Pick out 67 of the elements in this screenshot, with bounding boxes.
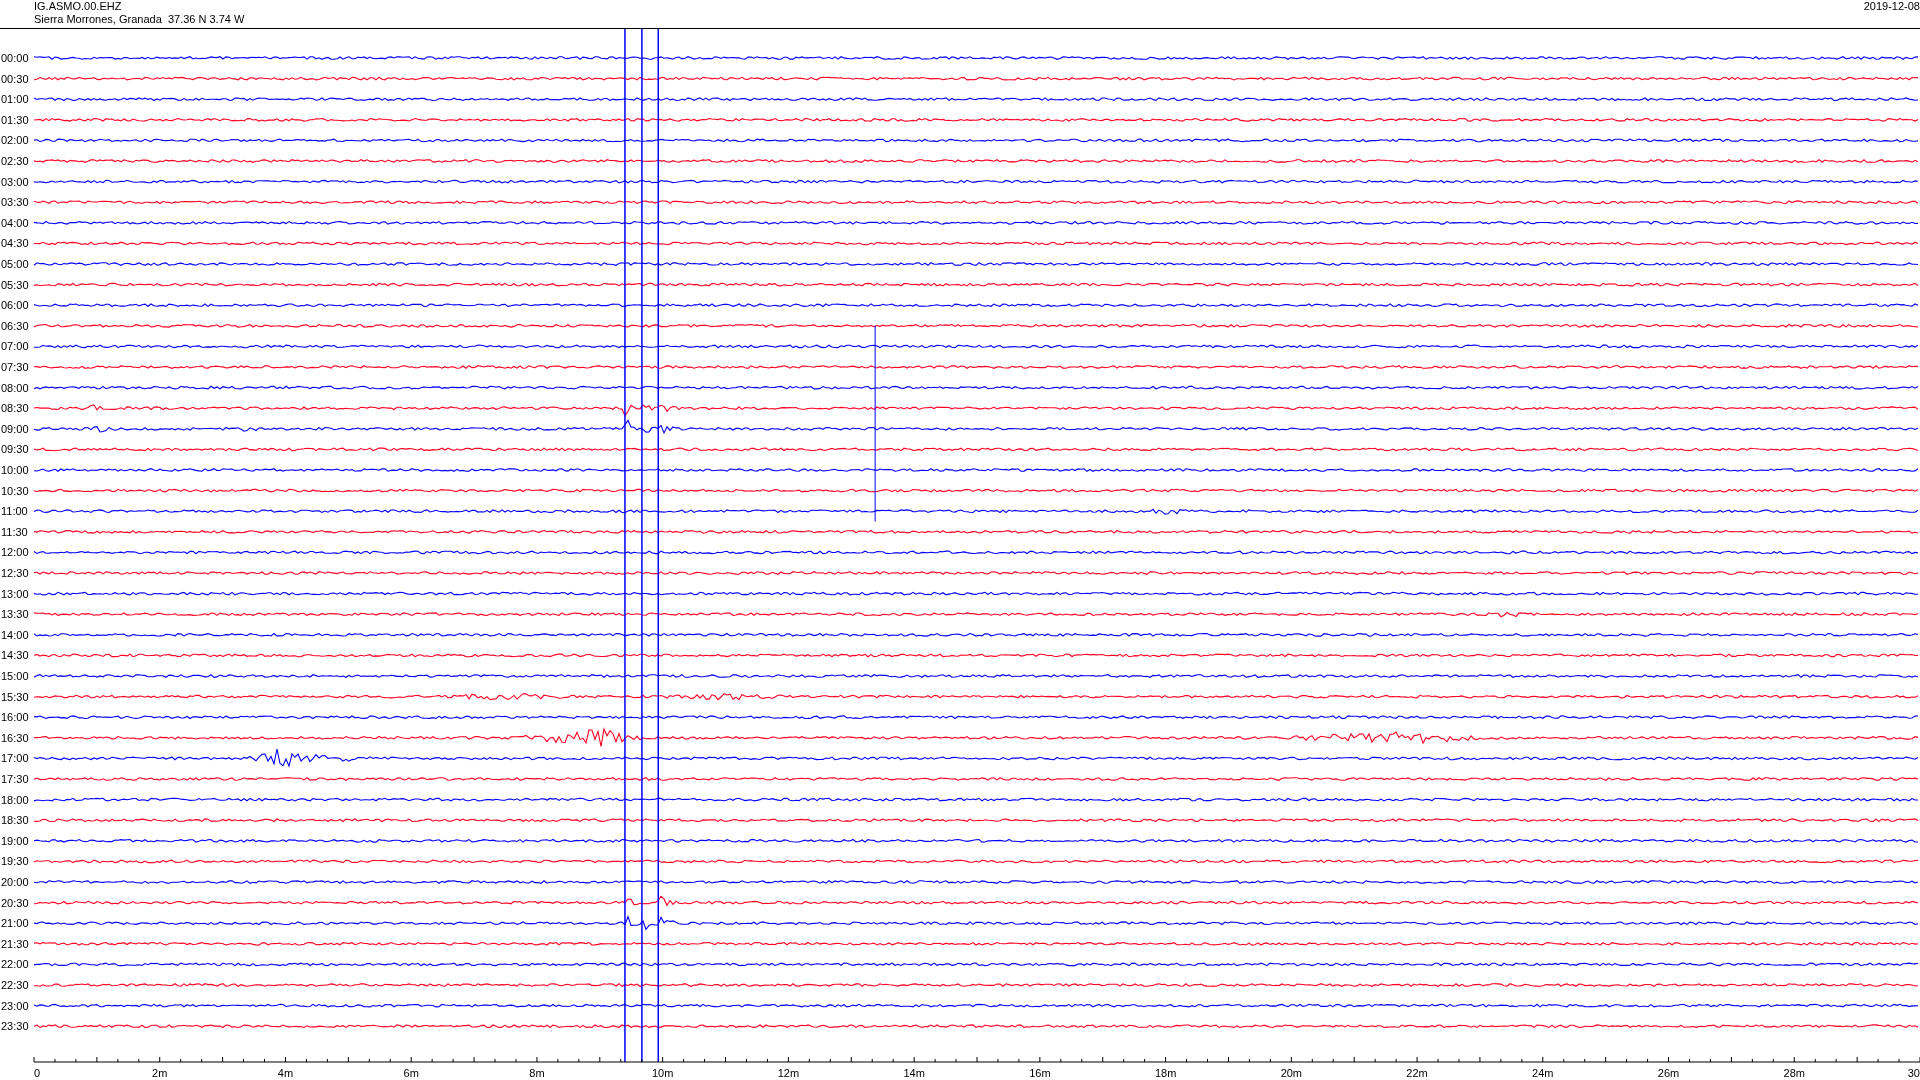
time-label: 07:30 — [1, 361, 29, 373]
time-label: 19:00 — [1, 834, 29, 847]
time-label: 19:30 — [1, 855, 29, 868]
time-label: 05:30 — [1, 278, 29, 291]
time-label: 08:30 — [1, 402, 29, 415]
axis-tick-label: 6m — [403, 1067, 419, 1079]
time-label: 11:00 — [1, 505, 28, 518]
time-label: 18:00 — [1, 793, 29, 806]
station-location: Sierra Morrones, Granada 37.36 N 3.74 W — [34, 13, 245, 26]
time-label: 22:30 — [1, 979, 29, 991]
axis-tick-label: 2m — [152, 1067, 168, 1079]
time-label: 09:30 — [1, 443, 29, 456]
time-label: 09:00 — [1, 422, 29, 435]
time-label: 20:00 — [1, 876, 29, 888]
axis-tick-label: 28m — [1783, 1067, 1805, 1079]
time-label: 17:30 — [1, 773, 29, 785]
axis-tick-label: 20m — [1280, 1067, 1303, 1079]
time-label: 06:00 — [1, 299, 29, 312]
time-label: 18:30 — [1, 814, 29, 827]
time-label: 15:30 — [1, 690, 29, 703]
axis-tick-label: 30 — [1907, 1067, 1920, 1079]
time-label: 17:00 — [1, 752, 29, 765]
time-label: 23:00 — [1, 999, 29, 1012]
axis-tick-label: 10m — [651, 1067, 674, 1079]
time-label: 20:30 — [1, 896, 29, 909]
time-label: 01:30 — [1, 113, 29, 126]
time-label: 21:00 — [1, 917, 29, 930]
time-label: 12:00 — [1, 546, 29, 559]
axis-tick-label: 18m — [1154, 1067, 1177, 1079]
axis-tick-label: 26m — [1657, 1067, 1680, 1079]
time-label: 16:30 — [1, 731, 29, 744]
plot-date: 2019-12-08 — [1863, 0, 1920, 13]
time-label: 02:30 — [1, 155, 29, 167]
time-label: 22:00 — [1, 958, 29, 971]
time-label: 01:00 — [1, 93, 29, 106]
time-label: 06:30 — [1, 319, 29, 332]
time-label: 11:30 — [1, 525, 28, 538]
time-label: 10:30 — [1, 484, 29, 497]
time-label: 07:00 — [1, 340, 29, 353]
time-label: 16:00 — [1, 711, 29, 724]
time-label: 05:00 — [1, 258, 29, 270]
axis-tick-label: 12m — [777, 1067, 800, 1079]
time-label: 21:30 — [1, 937, 29, 950]
axis-tick-label: 8m — [529, 1067, 545, 1079]
time-label: 13:30 — [1, 608, 29, 621]
time-label: 00:30 — [1, 72, 29, 85]
time-label: 14:30 — [1, 649, 29, 662]
time-label: 04:00 — [1, 216, 29, 229]
axis-tick-label: 22m — [1406, 1067, 1428, 1079]
axis-tick-label: 16m — [1029, 1067, 1051, 1079]
time-label: 04:30 — [1, 237, 29, 250]
time-label: 13:00 — [1, 587, 29, 600]
time-label: 03:30 — [1, 196, 29, 209]
time-label: 23:30 — [1, 1020, 29, 1033]
time-label: 14:00 — [1, 628, 29, 641]
station-code: IG.ASMO.00.EHZ — [34, 0, 123, 13]
time-label: 08:00 — [1, 381, 29, 394]
time-label: 10:00 — [1, 464, 29, 476]
axis-tick-label: 14m — [903, 1067, 925, 1079]
time-label: 02:00 — [1, 134, 29, 147]
time-label: 00:00 — [1, 52, 29, 64]
axis-tick-label: 0 — [34, 1067, 41, 1079]
axis-tick-label: 4m — [277, 1067, 294, 1079]
axis-tick-label: 24m — [1532, 1067, 1554, 1079]
time-label: 15:00 — [1, 670, 29, 682]
time-label: 03:00 — [1, 175, 29, 188]
time-label: 12:30 — [1, 567, 29, 579]
